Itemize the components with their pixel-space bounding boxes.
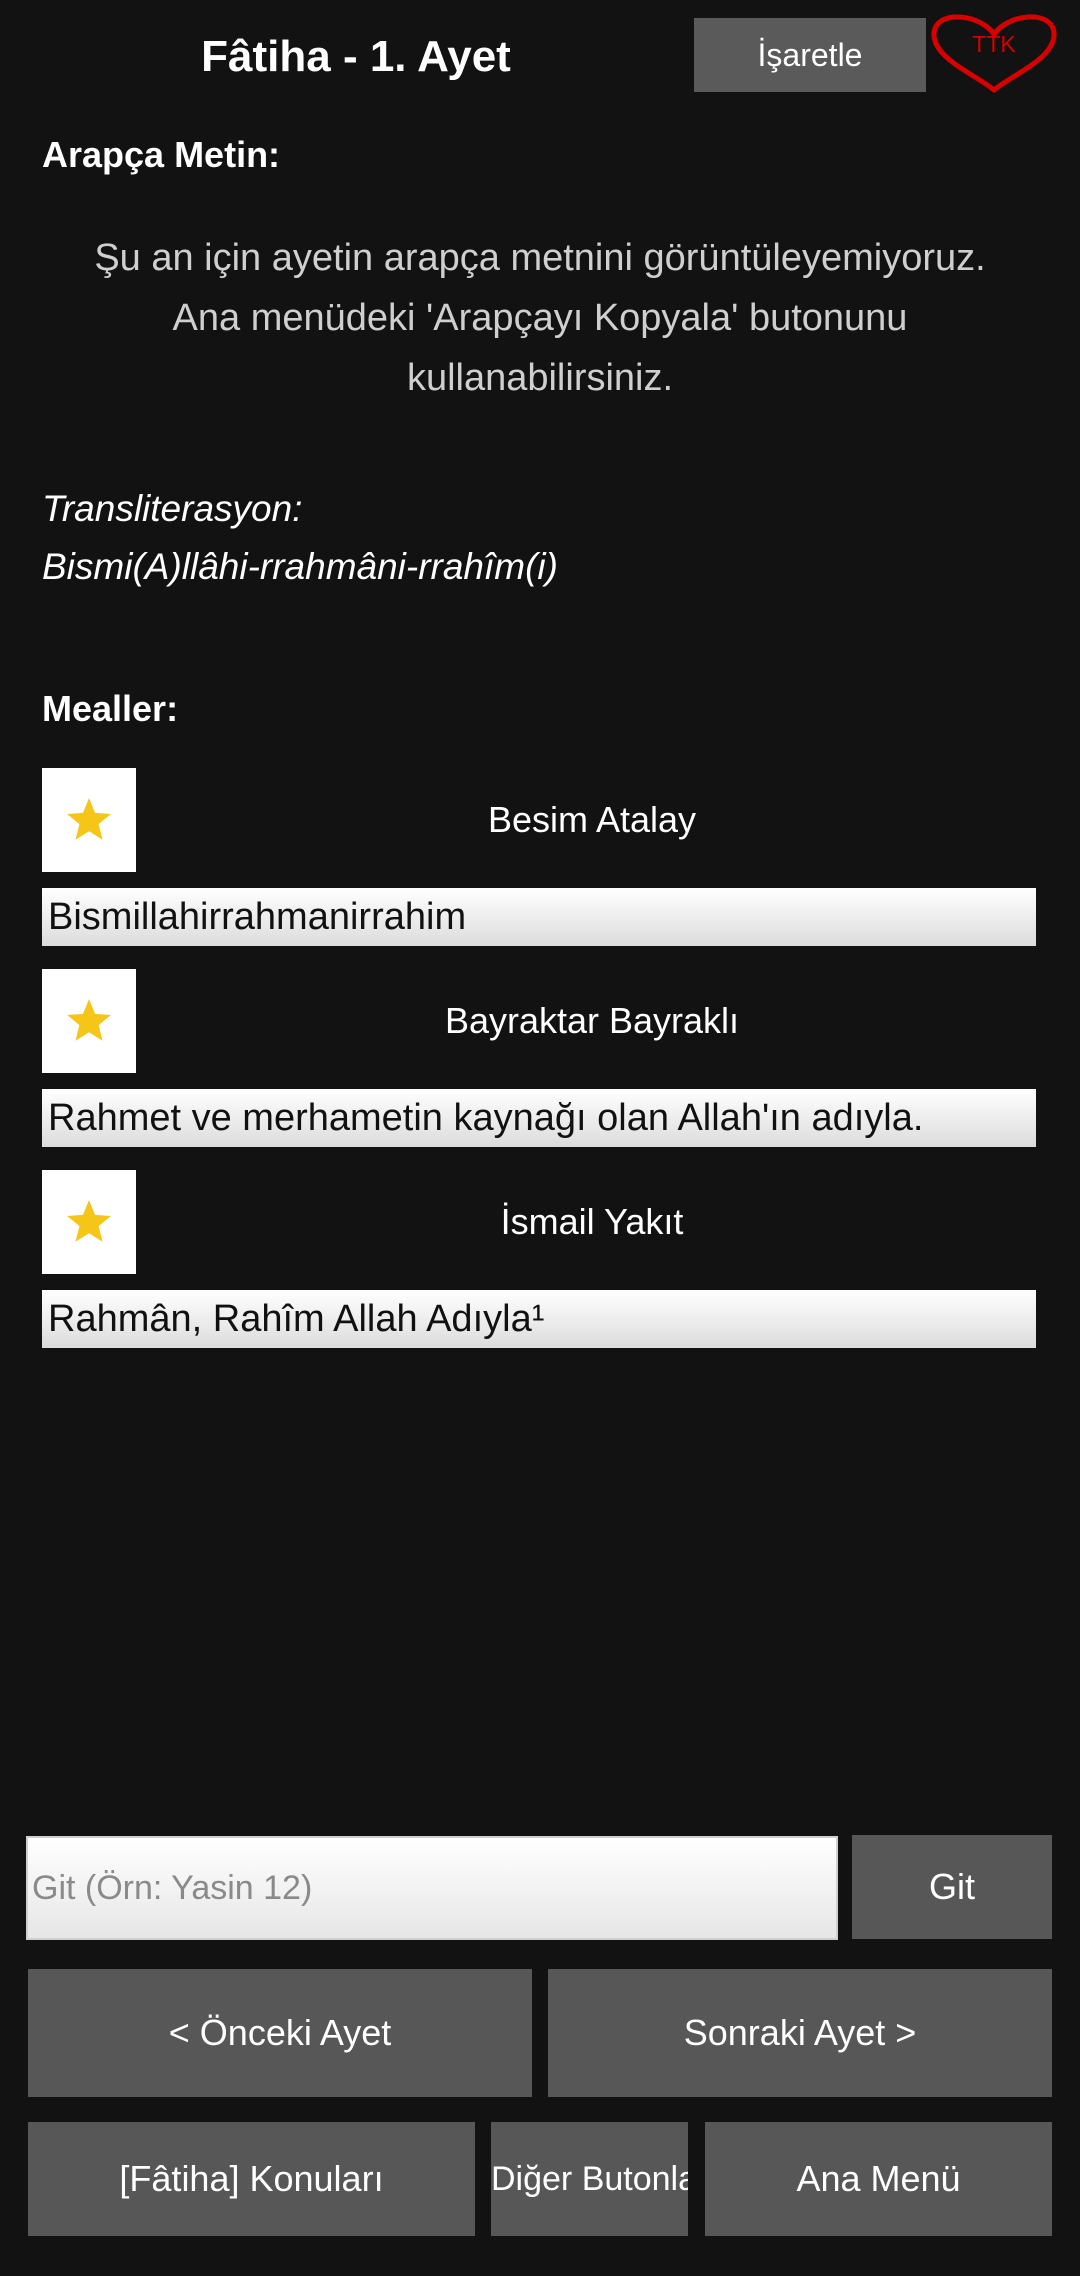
favorite-button[interactable] (42, 969, 136, 1073)
star-icon (67, 1200, 111, 1242)
main-menu-button[interactable]: Ana Menü (705, 2122, 1052, 2236)
goto-button[interactable]: Git (852, 1835, 1052, 1939)
mark-button[interactable]: İşaretle (694, 18, 926, 92)
meal-text: Rahmet ve merhametin kaynağı olan Allah'… (42, 1089, 1036, 1147)
ttk-heart-logo[interactable]: TTK (928, 12, 1060, 96)
translator-name: İsmail Yakıt (500, 1201, 684, 1242)
meal-text: Bismillahirrahmanirrahim (42, 888, 1036, 946)
favorite-button[interactable] (42, 768, 136, 872)
logo-text: TTK (972, 31, 1016, 57)
other-buttons-button[interactable]: Diğer Butonlar.. (491, 2122, 688, 2236)
previous-ayet-button[interactable]: < Önceki Ayet (28, 1969, 532, 2097)
star-icon (67, 999, 111, 1041)
goto-input[interactable] (26, 1836, 838, 1940)
arabic-unavailable-message: Şu an için ayetin arapça metnini görüntü… (30, 228, 1050, 408)
arabic-message-line: Ana menüdeki 'Arapçayı Kopyala' butonunu (172, 297, 908, 339)
arabic-message-line: kullanabilirsiniz. (406, 357, 674, 399)
next-ayet-button[interactable]: Sonraki Ayet > (548, 1969, 1052, 2097)
translator-name: Besim Atalay (487, 799, 697, 840)
heart-icon: TTK (931, 14, 1057, 93)
arabic-text-label: Arapça Metin: (42, 134, 281, 175)
meal-text: Rahmân, Rahîm Allah Adıyla¹ (42, 1290, 1036, 1348)
star-icon (67, 798, 111, 840)
mealler-label: Mealler: (42, 688, 179, 729)
page-title: Fâtiha - 1. Ayet (201, 32, 511, 81)
translator-name: Bayraktar Bayraklı (444, 1000, 740, 1041)
transliteration-text: Bismi(A)llâhi-rrahmâni-rrahîm(i) (42, 546, 558, 587)
transliteration-label: Transliterasyon: (42, 488, 303, 529)
favorite-button[interactable] (42, 1170, 136, 1274)
arabic-message-line: Şu an için ayetin arapça metnini görüntü… (94, 237, 986, 279)
surah-topics-button[interactable]: [Fâtiha] Konuları (28, 2122, 475, 2236)
